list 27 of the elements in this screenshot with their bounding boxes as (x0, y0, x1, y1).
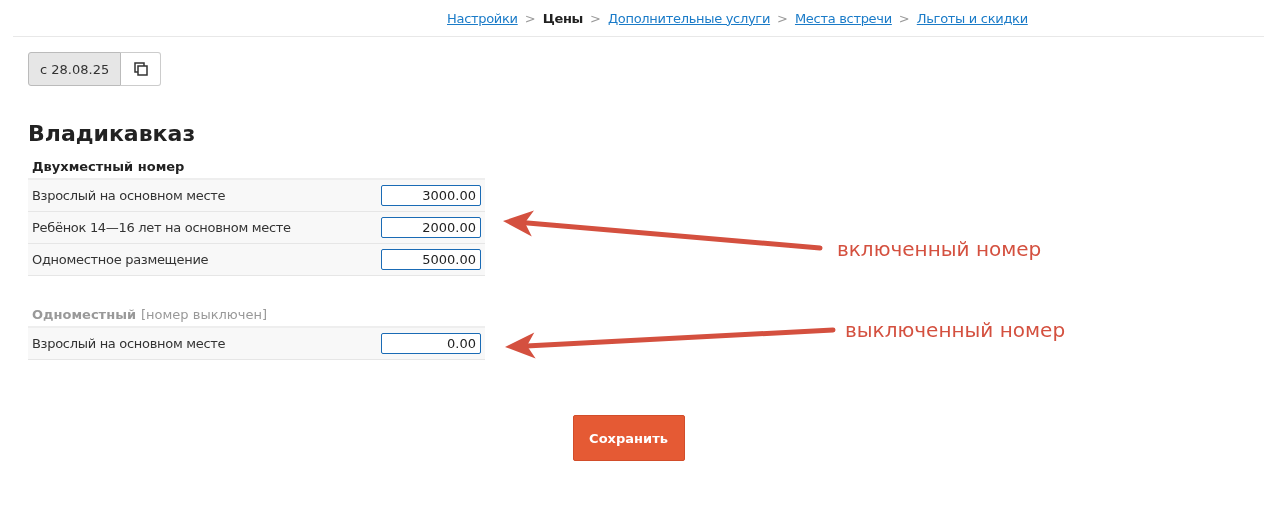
save-button[interactable]: Сохранить (572, 415, 685, 461)
price-field[interactable]: 0.00 (381, 333, 481, 354)
price-label: Ребёнок 14—16 лет на основном месте (32, 220, 291, 235)
breadcrumb-separator: > (777, 10, 788, 26)
price-label: Взрослый на основном месте (32, 336, 226, 351)
breadcrumb-link[interactable]: Льготы и скидки (916, 10, 1028, 26)
city-heading: Владикавказ (28, 120, 197, 148)
breadcrumb-separator: > (898, 10, 910, 26)
room-name: Одноместный (32, 306, 136, 322)
breadcrumb-separator: > (524, 10, 536, 26)
price-field[interactable]: 3000.00 (381, 185, 481, 206)
room-status: [номер выключен] (141, 306, 267, 322)
room-name: Двухместный номер (32, 158, 185, 174)
breadcrumb-separator: > (590, 10, 601, 26)
copy-button[interactable] (121, 52, 162, 86)
date-button[interactable]: с 28.08.25 (28, 52, 122, 86)
annotation-label: включенный номер (837, 237, 1042, 261)
annotation-label: выключенный номер (845, 318, 1066, 342)
copy-icon (133, 62, 148, 76)
breadcrumb-link[interactable]: Места встречи (794, 10, 892, 26)
breadcrumb-current: Цены (542, 10, 584, 26)
price-label: Одноместное размещение (32, 252, 209, 267)
breadcrumb-link[interactable]: Дополнительные услуги (607, 10, 771, 26)
breadcrumb-link[interactable]: Настройки (447, 10, 518, 26)
price-label: Взрослый на основном месте (32, 188, 226, 203)
price-field[interactable]: 2000.00 (381, 217, 481, 238)
price-field[interactable]: 5000.00 (381, 249, 481, 270)
